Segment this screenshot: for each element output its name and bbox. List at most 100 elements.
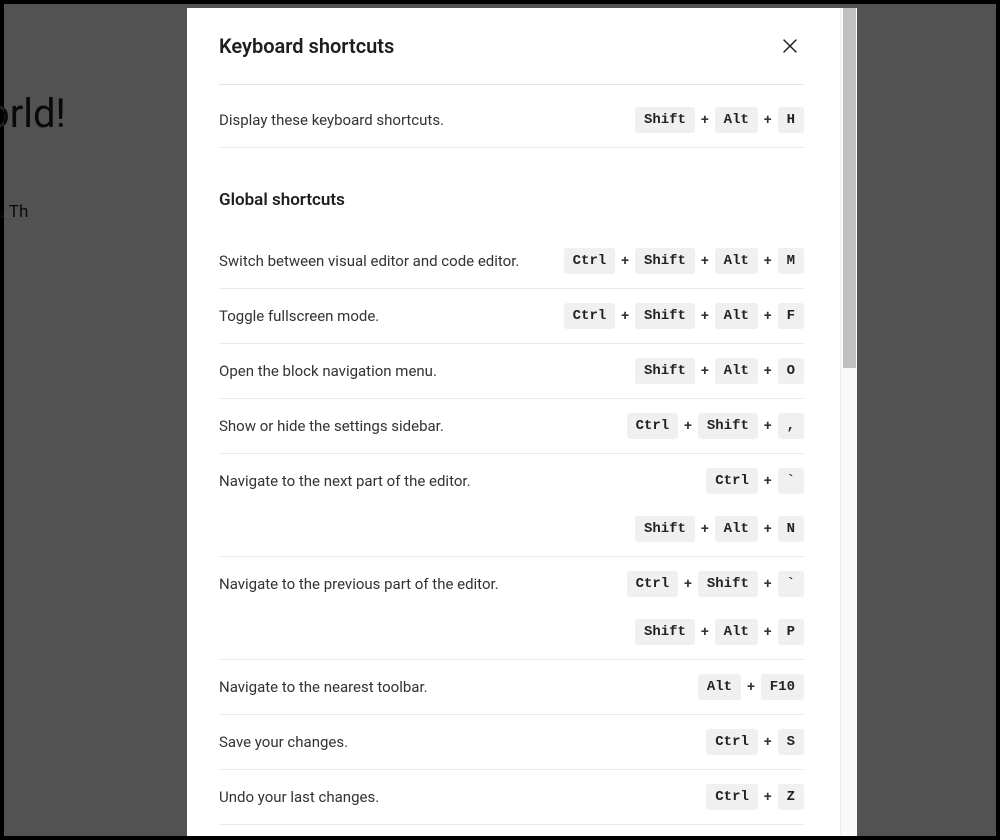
section-title: Global shortcuts [219,190,804,210]
key-cap: Shift [635,358,695,384]
key-cap: Alt [715,107,758,133]
shortcut-row: Show or hide the settings sidebar. Ctrl +… [219,399,804,454]
shortcut-description: Switch between visual editor and code ed… [219,248,546,273]
key-groups: Ctrl + S [706,729,804,755]
key-combination: Ctrl + ` [706,468,804,494]
key-cap: Ctrl [627,413,679,439]
plus-separator: + [764,789,772,805]
key-groups: Shift + Alt + O [635,358,804,384]
key-cap: Alt [715,248,758,274]
key-cap: Ctrl [706,468,758,494]
key-cap: N [778,516,804,542]
key-groups: Ctrl + ` Shift + Alt + N [635,468,804,542]
keyboard-shortcuts-modal: Keyboard shortcuts Display these keyboar… [187,8,857,836]
shortcut-row: Navigate to the nearest toolbar. Alt+F10 [219,660,804,715]
shortcut-row: Redo your last undo. Ctrl+Shift+Z [219,825,804,836]
key-cap: F10 [761,674,804,700]
key-groups: Ctrl + Z [706,784,804,810]
key-cap: Shift [698,413,758,439]
shortcut-description: Navigate to the nearest toolbar. [219,674,680,699]
key-cap: Shift [635,516,695,542]
plus-separator: + [684,418,692,434]
key-cap: Ctrl [706,729,758,755]
plus-separator: + [701,624,709,640]
key-combination: Shift + Alt + N [635,516,804,542]
key-groups: Ctrl + Shift + Alt + M [564,248,804,274]
key-cap: Alt [715,358,758,384]
plus-separator: + [764,253,772,269]
shortcut-description: Show or hide the settings sidebar. [219,413,609,438]
key-cap: Shift [635,107,695,133]
plus-separator: + [621,253,629,269]
key-cap: Ctrl [564,303,616,329]
plus-separator: + [747,679,755,695]
shortcut-row: Toggle fullscreen mode. Ctrl+Shift+Alt+F [219,289,804,344]
shortcut-row: Navigate to the next part of the editor.… [219,454,804,557]
shortcut-row: Undo your last changes. Ctrl + Z [219,770,804,825]
key-cap: Shift [635,619,695,645]
key-cap: O [778,358,804,384]
plus-separator: + [764,521,772,537]
key-cap: Shift [635,248,695,274]
plus-separator: + [701,521,709,537]
key-cap: Z [778,784,804,810]
plus-separator: + [621,308,629,324]
plus-separator: + [764,112,772,128]
key-cap: , [778,413,804,439]
modal-title: Keyboard shortcuts [219,34,394,58]
shortcut-row: Display these keyboard shortcuts. Shift +… [219,85,804,148]
plus-separator: + [764,576,772,592]
key-groups: Shift + Alt + H [635,107,804,133]
plus-separator: + [764,473,772,489]
key-cap: Alt [715,303,758,329]
key-combination: Shift + Alt + H [635,107,804,133]
key-combination: Ctrl+Shift+Alt+F [564,303,804,329]
key-cap: S [778,729,804,755]
plus-separator: + [764,363,772,379]
key-cap: F [778,303,804,329]
shortcut-description: Display these keyboard shortcuts. [219,107,617,132]
plus-separator: + [684,576,692,592]
scrollbar-thumb[interactable] [843,8,856,368]
shortcut-row: Open the block navigation menu. Shift+Al… [219,344,804,399]
shortcut-row: Navigate to the previous part of the edi… [219,557,804,660]
key-groups: Ctrl+Shift+Alt+F [564,303,804,329]
key-cap: Shift [698,571,758,597]
close-button[interactable] [776,32,804,60]
key-cap: ` [778,468,804,494]
plus-separator: + [701,363,709,379]
key-cap: Shift [635,303,695,329]
shortcut-description: Navigate to the previous part of the edi… [219,571,609,596]
plus-separator: + [701,253,709,269]
key-combination: Alt+F10 [698,674,804,700]
key-combination: Ctrl + Shift + Alt + M [564,248,804,274]
key-cap: Ctrl [706,784,758,810]
shortcut-description: Save your changes. [219,729,688,754]
key-cap: Ctrl [564,248,616,274]
key-groups: Ctrl + Shift + ` Shift + Alt + P [627,571,804,645]
scrollbar-track[interactable] [840,8,857,836]
key-cap: Alt [715,516,758,542]
plus-separator: + [701,308,709,324]
key-cap: P [778,619,804,645]
shortcut-row: Save your changes. Ctrl + S [219,715,804,770]
shortcut-row: Switch between visual editor and code ed… [219,234,804,289]
key-combination: Ctrl + Shift + ` [627,571,804,597]
plus-separator: + [764,624,772,640]
shortcut-description: Toggle fullscreen mode. [219,303,546,328]
close-icon [779,35,801,57]
key-combination: Ctrl + S [706,729,804,755]
key-cap: ` [778,571,804,597]
key-cap: M [778,248,804,274]
shortcut-description: Undo your last changes. [219,784,688,809]
key-cap: Alt [715,619,758,645]
plus-separator: + [764,418,772,434]
key-combination: Shift + Alt + O [635,358,804,384]
key-combination: Shift + Alt + P [635,619,804,645]
key-cap: H [778,107,804,133]
plus-separator: + [764,734,772,750]
key-groups: Ctrl + Shift +, [627,413,804,439]
key-cap: Ctrl [627,571,679,597]
key-combination: Ctrl + Shift +, [627,413,804,439]
plus-separator: + [701,112,709,128]
